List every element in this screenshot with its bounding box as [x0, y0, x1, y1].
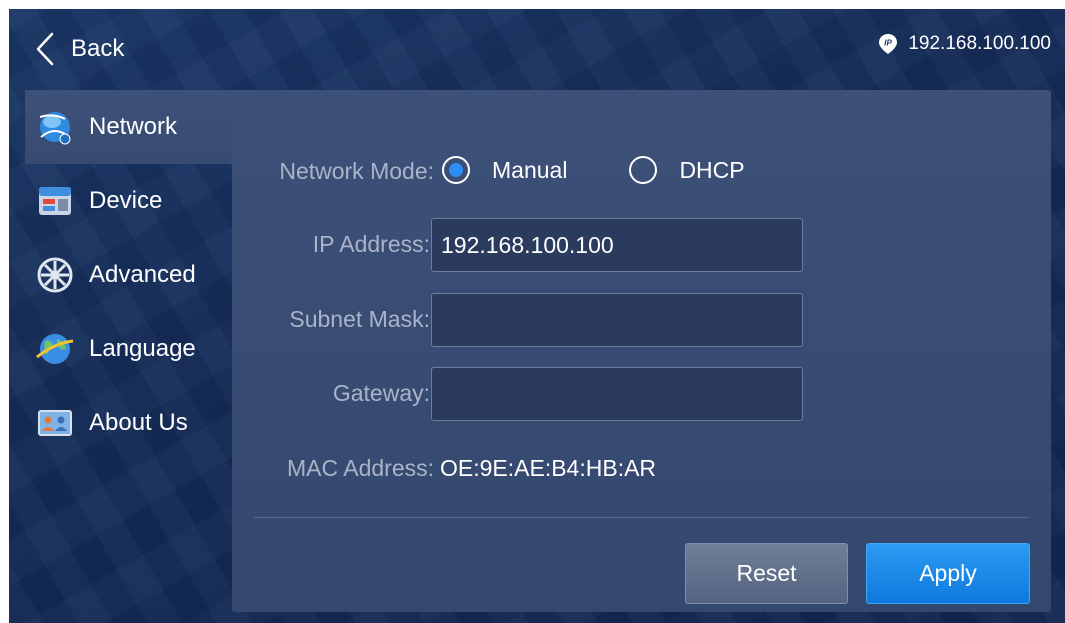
- settings-screen: Back IP 192.168.100.100 Network Device A…: [9, 9, 1065, 623]
- ip-address-label: IP Address:: [312, 231, 430, 257]
- globe-icon: [36, 334, 74, 364]
- chevron-left-icon: [36, 32, 54, 66]
- radio-dhcp[interactable]: DHCP: [629, 156, 745, 184]
- divider: [254, 517, 1029, 518]
- radio-checked-icon[interactable]: [442, 156, 470, 184]
- settings-wheel-icon: [37, 257, 73, 293]
- sidebar-item-network[interactable]: Network: [25, 90, 233, 164]
- reset-button[interactable]: Reset: [685, 543, 848, 604]
- gateway-label: Gateway:: [332, 380, 430, 406]
- sidebar-item-label: About Us: [89, 409, 188, 436]
- sidebar-item-label: Network: [89, 113, 178, 140]
- device-icon: [39, 187, 71, 215]
- sidebar-item-device[interactable]: Device: [25, 164, 233, 238]
- radio-manual-label: Manual: [492, 156, 568, 183]
- back-label: Back: [71, 35, 125, 62]
- radio-unchecked-icon[interactable]: [629, 156, 658, 184]
- sidebar: Network Device Advanced Language About U…: [25, 90, 233, 460]
- sidebar-item-label: Language: [89, 335, 196, 362]
- radio-dhcp-label: DHCP: [679, 156, 745, 183]
- ip-address-text: 192.168.100.100: [908, 33, 1051, 54]
- ip-address-input[interactable]: [431, 218, 803, 272]
- network-mode-radio-group: Manual DHCP: [442, 156, 745, 184]
- gateway-input[interactable]: [431, 367, 803, 421]
- sidebar-item-label: Advanced: [89, 261, 196, 288]
- subnet-mask-label: Subnet Mask:: [289, 306, 430, 332]
- network-mode-label: Network Mode:: [279, 158, 434, 184]
- subnet-mask-input[interactable]: [431, 293, 803, 347]
- network-settings-panel: Network Mode: Manual DHCP IP Address: Su…: [232, 90, 1051, 612]
- top-bar: Back IP 192.168.100.100: [9, 9, 1065, 89]
- ip-indicator: IP 192.168.100.100: [878, 33, 1051, 55]
- mac-address-label: MAC Address:: [287, 455, 434, 481]
- sidebar-item-about-us[interactable]: About Us: [25, 386, 233, 460]
- sidebar-item-label: Device: [89, 187, 163, 214]
- svg-text:IP: IP: [885, 39, 893, 48]
- mac-address-value: OE:9E:AE:B4:HB:AR: [440, 455, 657, 481]
- ip-pin-icon: IP: [878, 33, 898, 55]
- network-icon: [39, 112, 71, 145]
- apply-button[interactable]: Apply: [866, 543, 1030, 604]
- people-icon: [38, 410, 72, 436]
- radio-manual[interactable]: Manual: [442, 156, 567, 184]
- sidebar-item-advanced[interactable]: Advanced: [25, 238, 233, 312]
- back-button[interactable]: Back: [35, 29, 124, 69]
- sidebar-item-language[interactable]: Language: [25, 312, 233, 386]
